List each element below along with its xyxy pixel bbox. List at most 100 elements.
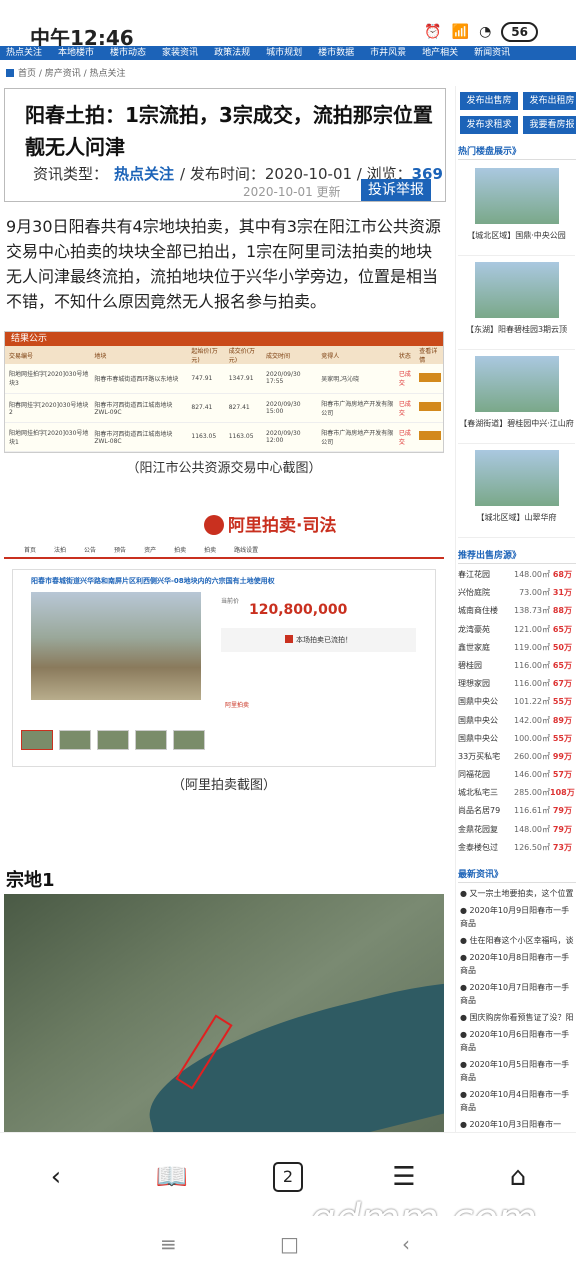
updated-date: 2020-10-01 更新: [243, 185, 341, 199]
table-cell: 2020/09/30 12:00: [262, 422, 318, 452]
news-item[interactable]: ● 又一宗土地要拍卖，这个位置: [456, 885, 576, 902]
nav-item[interactable]: 新闻资讯: [474, 46, 510, 60]
sale-row[interactable]: 理想家园 116.00㎡ 67万: [458, 675, 576, 693]
sale-row[interactable]: 尚品名居79 116.61㎡ 79万: [458, 802, 576, 820]
ali-nav-item[interactable]: 首页: [24, 543, 36, 557]
nav-item[interactable]: 政策法规: [214, 46, 250, 60]
tabs-button[interactable]: 2: [268, 1157, 308, 1197]
ali-nav-item[interactable]: 拍卖: [204, 543, 216, 557]
sale-row[interactable]: 金泰楼包过 126.50㎡ 73万: [458, 839, 576, 857]
sale-name: 国鼎中央公: [458, 715, 498, 725]
sidebar-button[interactable]: 发布出租房: [523, 92, 576, 110]
table-cell: 1163.05: [224, 422, 263, 452]
ali-nav-item[interactable]: 公告: [84, 543, 96, 557]
sale-price: 50万: [552, 642, 572, 652]
auction-status: 本场拍卖已流拍！: [221, 628, 416, 652]
listing-photo: [474, 450, 559, 506]
sale-section-title[interactable]: 推荐出售房源》: [458, 548, 576, 564]
sale-row[interactable]: 城北私宅三 285.00㎡ 108万: [458, 784, 576, 802]
nav-item[interactable]: 楼市动态: [110, 46, 146, 60]
sale-row[interactable]: 兴怡庭院 73.00㎡ 31万: [458, 584, 576, 602]
listing-photo: [474, 356, 559, 412]
nav-item[interactable]: 热点关注: [6, 46, 42, 60]
sale-name: 国鼎中央公: [458, 733, 498, 743]
news-item[interactable]: ● 2020年10月4日阳春市一手商品: [456, 1086, 576, 1116]
nav-item[interactable]: 城市规划: [266, 46, 302, 60]
nav-item[interactable]: 地产相关: [422, 46, 458, 60]
nav-item[interactable]: 家装资讯: [162, 46, 198, 60]
back-arrow-icon[interactable]: ‹: [402, 1232, 410, 1256]
category-link[interactable]: 热点关注: [114, 165, 174, 183]
sidebar-button[interactable]: 发布求租求: [460, 116, 518, 134]
table-column-header: 地块: [90, 346, 188, 364]
sale-row[interactable]: 同福花园 146.00㎡ 57万: [458, 766, 576, 784]
view-details-button[interactable]: [419, 431, 442, 440]
sidebar-button[interactable]: 我要看房报: [523, 116, 576, 134]
news-text: 2020年10月4日阳春市一手商品: [460, 1090, 570, 1112]
river-shape: [134, 955, 444, 1132]
table-cell: [415, 393, 443, 423]
sale-area: 73.00㎡: [519, 588, 550, 598]
recents-icon[interactable]: ≡: [160, 1232, 177, 1256]
hot-listing[interactable]: 【东湖】阳春碧桂园3期云顶: [458, 256, 575, 350]
news-item[interactable]: ● 2020年10月5日阳春市一手商品: [456, 1056, 576, 1086]
news-section-title[interactable]: 最新资讯》: [458, 867, 576, 883]
sale-row[interactable]: 鑫世家庭 119.00㎡ 50万: [458, 639, 576, 657]
bullet-icon: ●: [460, 906, 470, 915]
sale-area: 101.22㎡: [514, 697, 550, 707]
view-details-button[interactable]: [419, 402, 442, 411]
ali-nav-item[interactable]: 法拍: [54, 543, 66, 557]
news-item[interactable]: ● 2020年10月9日阳春市一手商品: [456, 902, 576, 932]
sale-row[interactable]: 国鼎中央公 142.00㎡ 89万: [458, 712, 576, 730]
hot-listing[interactable]: 【春湖街道】碧桂园中兴·江山府: [458, 350, 575, 444]
sale-price: 89万: [552, 715, 572, 725]
news-item[interactable]: ● 2020年10月8日阳春市一手商品: [456, 949, 576, 979]
sale-row[interactable]: 龙湾豪苑 121.00㎡ 65万: [458, 621, 576, 639]
news-item[interactable]: ● 住在阳春这个小区幸福吗，谈: [456, 932, 576, 949]
sale-price: 65万: [552, 624, 572, 634]
sale-row[interactable]: 33万买私宅 260.00㎡ 99万: [458, 748, 576, 766]
sale-row[interactable]: 碧桂园 116.00㎡ 65万: [458, 657, 576, 675]
sale-row[interactable]: 金鼎花园复 148.00㎡ 79万: [458, 821, 576, 839]
sale-row[interactable]: 城南商住楼 138.73㎡ 88万: [458, 602, 576, 620]
bullet-icon: ●: [460, 936, 470, 945]
hot-listing[interactable]: 【城北区域】国鼎·中央公园: [458, 162, 575, 256]
sale-row[interactable]: 国鼎中央公 100.00㎡ 55万: [458, 730, 576, 748]
sale-name: 城南商住楼: [458, 606, 498, 616]
table-cell: 吴家明,冯沁晓: [317, 364, 395, 394]
ali-nav-item[interactable]: 路线设置: [234, 543, 258, 557]
menu-icon[interactable]: ☰: [384, 1157, 424, 1197]
status-dot-icon: [285, 635, 293, 643]
table-column-header: 成交价(万元): [224, 346, 263, 364]
news-item[interactable]: ● 2020年10月6日阳春市一手商品: [456, 1026, 576, 1056]
breadcrumb[interactable]: 首页 / 房产资讯 / 热点关注: [6, 66, 126, 79]
back-icon[interactable]: ‹: [36, 1157, 76, 1197]
news-item[interactable]: ● 2020年10月7日阳春市一手商品: [456, 979, 576, 1009]
hot-listing[interactable]: 【城北区域】山翠华府: [458, 444, 575, 538]
site-nav: 热点关注 本地楼市 楼市动态 家装资讯 政策法规 城市规划 楼市数据 市井风景 地产相关 新闻资讯: [0, 46, 576, 60]
hot-section-title[interactable]: 热门楼盘展示》: [458, 144, 576, 160]
section-heading: 宗地1: [6, 870, 55, 891]
report-button[interactable]: 投诉举报: [361, 179, 431, 201]
ali-nav-item[interactable]: 预告: [114, 543, 126, 557]
news-item[interactable]: ● 国庆购房你看预售证了没？阳: [456, 1009, 576, 1026]
ali-nav-item[interactable]: 拍卖: [174, 543, 186, 557]
sale-name: 春江花园: [458, 570, 490, 579]
table-cell: [415, 364, 443, 394]
home-icon[interactable]: ⌂: [498, 1157, 538, 1197]
book-icon[interactable]: 📖: [152, 1157, 192, 1197]
table-row: 阳春网挂字[2020]030号地块2 阳春市河西街道西江城南地块ZWL-09C 82…: [5, 393, 443, 423]
nav-item[interactable]: 市井风景: [370, 46, 406, 60]
nav-item[interactable]: 本地楼市: [58, 46, 94, 60]
sale-row[interactable]: 春江花园 148.00㎡ 68万: [458, 566, 576, 584]
sidebar-button[interactable]: 发布出售房: [460, 92, 518, 110]
news-text: 2020年10月5日阳春市一手商品: [460, 1060, 570, 1082]
nav-item[interactable]: 楼市数据: [318, 46, 354, 60]
view-details-button[interactable]: [419, 372, 442, 382]
news-item[interactable]: ● 2020年10月3日阳春市一: [456, 1116, 576, 1132]
home-square-icon[interactable]: □: [280, 1232, 299, 1256]
table-cell: 2020/09/30 17:55: [262, 364, 318, 394]
table-cell: 已成交: [394, 422, 416, 452]
ali-nav-item[interactable]: 资产: [144, 543, 156, 557]
sale-row[interactable]: 国鼎中央公 101.22㎡ 55万: [458, 693, 576, 711]
